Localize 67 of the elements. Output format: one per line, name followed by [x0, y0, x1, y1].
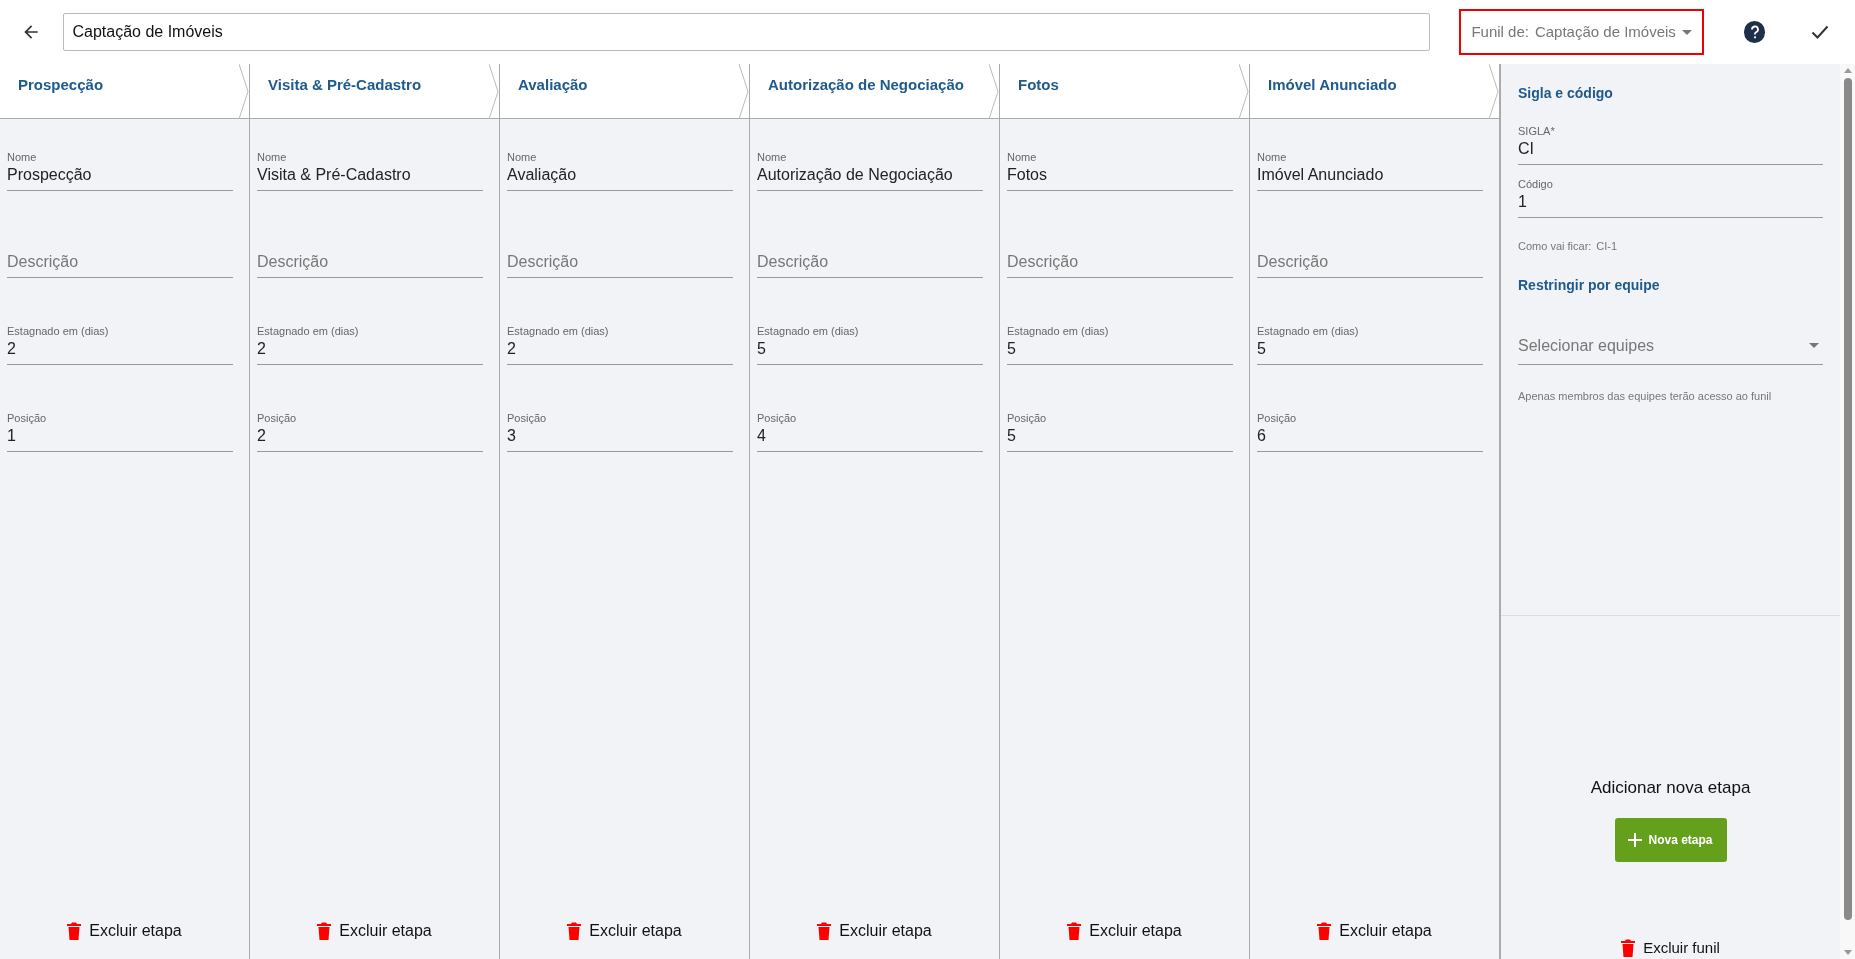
- text-field[interactable]: Posição 1: [7, 411, 233, 452]
- text-field[interactable]: Nome Imóvel Anunciado: [1257, 150, 1483, 191]
- description-field[interactable]: Descrição: [1257, 237, 1483, 278]
- stage-tab[interactable]: Imóvel Anunciado: [1250, 64, 1499, 119]
- delete-stage-button[interactable]: Excluir etapa: [67, 919, 182, 943]
- text-field[interactable]: Nome Prospecção: [7, 150, 233, 191]
- trash-icon: [1067, 922, 1082, 940]
- delete-stage-button[interactable]: Excluir etapa: [817, 919, 932, 943]
- chevron-icon: [739, 64, 749, 119]
- preview-label: Como vai ficar:: [1518, 239, 1592, 254]
- preview-value: CI-1: [1596, 239, 1618, 254]
- text-field[interactable]: Posição 5: [1007, 411, 1233, 452]
- text-field[interactable]: Posição 4: [757, 411, 983, 452]
- text-field[interactable]: Nome Autorização de Negociação: [757, 150, 983, 191]
- caret-icon: [1809, 343, 1819, 348]
- stage-tab[interactable]: Avaliação: [500, 64, 749, 119]
- chevron-icon: [1489, 64, 1499, 119]
- section-title: Sigla e código: [1518, 84, 1614, 103]
- text-field[interactable]: Estagnado em (dias) 5: [757, 324, 983, 365]
- trash-icon: [1621, 939, 1636, 957]
- delete-funnel-button[interactable]: Excluir funil: [1621, 938, 1720, 958]
- help-icon[interactable]: [1743, 21, 1766, 43]
- text-field[interactable]: Estagnado em (dias) 5: [1007, 324, 1233, 365]
- text-field[interactable]: Código 1: [1518, 177, 1823, 218]
- scroll-up-icon[interactable]: [1843, 68, 1852, 73]
- funnel-name-field[interactable]: Captação de Imóveis: [63, 13, 1431, 51]
- trash-icon: [1317, 922, 1332, 940]
- text-field[interactable]: SIGLA* CI: [1518, 124, 1823, 165]
- stage-tab[interactable]: Autorização de Negociação: [750, 64, 999, 119]
- scroll-down-icon[interactable]: [1843, 950, 1852, 955]
- trash-icon: [317, 922, 332, 940]
- text-field[interactable]: Posição 2: [257, 411, 483, 452]
- chevron-icon: [239, 64, 249, 119]
- text-field[interactable]: Estagnado em (dias) 2: [7, 324, 233, 365]
- delete-stage-button[interactable]: Excluir etapa: [1317, 919, 1432, 943]
- text-field[interactable]: Nome Visita & Pré-Cadastro: [257, 150, 483, 191]
- text-field[interactable]: Estagnado em (dias) 2: [257, 324, 483, 365]
- plus-icon: [1628, 832, 1643, 847]
- chevron-icon: [989, 64, 999, 119]
- trash-icon: [567, 922, 582, 940]
- text-field[interactable]: Estagnado em (dias) 2: [507, 324, 733, 365]
- text-field[interactable]: Posição 3: [507, 411, 733, 452]
- team-dropdown[interactable]: Selecionar equipes: [1518, 333, 1823, 365]
- delete-stage-button[interactable]: Excluir etapa: [567, 919, 682, 943]
- funnel-dropdown[interactable]: Funil de: Captação de Imóveis: [1459, 9, 1704, 55]
- trash-icon: [67, 922, 82, 940]
- chevron-icon: [489, 64, 499, 119]
- text-field[interactable]: Nome Avaliação: [507, 150, 733, 191]
- trash-icon: [817, 922, 832, 940]
- stage-tab[interactable]: Prospecção: [0, 64, 249, 119]
- text-field[interactable]: Nome Fotos: [1007, 150, 1233, 191]
- section-title: Adicionar nova etapa: [1590, 777, 1751, 799]
- chevron-icon: [1239, 64, 1249, 119]
- delete-stage-button[interactable]: Excluir etapa: [317, 919, 432, 943]
- text-field[interactable]: Posição 6: [1257, 411, 1483, 452]
- description-field[interactable]: Descrição: [1007, 237, 1233, 278]
- description-field[interactable]: Descrição: [507, 237, 733, 278]
- text-field[interactable]: Estagnado em (dias) 5: [1257, 324, 1483, 365]
- caret-icon: [1681, 29, 1692, 35]
- description-field[interactable]: Descrição: [757, 237, 983, 278]
- stage-tab[interactable]: Fotos: [1000, 64, 1249, 119]
- hint-text: Apenas membros das equipes terão acesso ao funil: [1518, 388, 1773, 404]
- delete-stage-button[interactable]: Excluir etapa: [1067, 919, 1182, 943]
- description-field[interactable]: Descrição: [7, 237, 233, 278]
- stage-tab[interactable]: Visita & Pré-Cadastro: [250, 64, 499, 119]
- description-field[interactable]: Descrição: [257, 237, 483, 278]
- section-title: Restringir por equipe: [1518, 275, 1661, 295]
